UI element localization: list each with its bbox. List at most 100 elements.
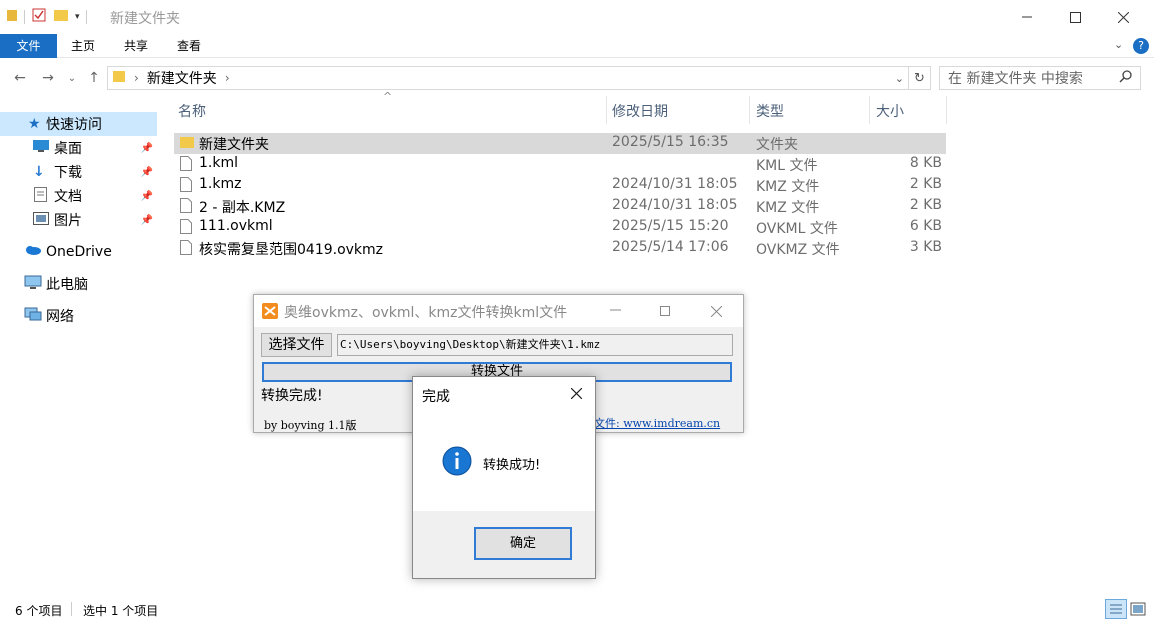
divider <box>869 96 870 124</box>
converter-minimize-button[interactable] <box>610 303 622 319</box>
cloud-icon <box>24 244 42 260</box>
file-type: OVKMZ 文件 <box>756 242 840 258</box>
sidebar-item-label: OneDrive <box>46 244 112 260</box>
chevron-right-icon[interactable]: › <box>134 71 139 85</box>
file-size: 6 KB <box>909 218 942 234</box>
file-size: 2 KB <box>909 197 942 213</box>
file-row[interactable]: 1.kml KML 文件 8 KB <box>174 154 946 175</box>
folder-icon <box>180 135 194 153</box>
pin-icon[interactable]: 📌 <box>141 143 153 154</box>
ok-button[interactable]: 确定 <box>474 527 572 560</box>
divider <box>946 96 947 124</box>
search-placeholder: 在 新建文件夹 中搜索 <box>948 71 1083 87</box>
file-path-field[interactable]: C:\Users\boyving\Desktop\新建文件夹\1.kmz <box>337 334 733 356</box>
address-bar[interactable]: › 新建文件夹 › ⌄ <box>107 66 909 90</box>
file-row[interactable]: 2 - 副本.KMZ 2024/10/31 18:05 KMZ 文件 2 KB <box>174 196 946 217</box>
expand-ribbon-icon[interactable]: ⌄ <box>1114 38 1123 51</box>
sidebar-item-pictures[interactable]: 图片 📌 <box>0 208 157 232</box>
dialog-close-button[interactable] <box>570 387 583 403</box>
divider <box>85 10 87 24</box>
column-header-date[interactable]: 修改日期 <box>612 100 668 124</box>
customize-qat-icon[interactable]: ▾ <box>75 12 80 22</box>
search-input[interactable]: 在 新建文件夹 中搜索 <box>939 66 1141 90</box>
tab-file[interactable]: 文件 <box>0 34 57 58</box>
file-name: 1.kml <box>199 155 238 171</box>
file-row[interactable]: 新建文件夹 2025/5/15 16:35 文件夹 <box>174 133 946 154</box>
column-header-type[interactable]: 类型 <box>756 100 784 124</box>
file-row[interactable]: 111.ovkml 2025/5/15 15:20 OVKML 文件 6 KB <box>174 217 946 238</box>
author-label: by boyving 1.1版 <box>264 419 357 432</box>
pin-icon[interactable]: 📌 <box>141 191 153 202</box>
download-icon: ↓ <box>33 164 45 180</box>
close-button[interactable] <box>1100 0 1146 34</box>
website-link[interactable]: 文件: www.imdream.cn <box>594 415 720 431</box>
sidebar-item-quick-access[interactable]: ★ 快速访问 <box>0 112 157 136</box>
sidebar-item-label: 下载 <box>54 165 82 181</box>
status-item-count: 6 个项目 <box>15 604 63 618</box>
maximize-button[interactable] <box>1052 0 1098 34</box>
file-type: 文件夹 <box>756 137 798 153</box>
converter-title-bar: 奥维ovkmz、ovkml、kmz文件转换kml文件 <box>254 295 743 327</box>
tab-share[interactable]: 共享 <box>109 34 163 58</box>
file-icon <box>180 198 192 217</box>
file-date: 2024/10/31 18:05 <box>612 176 738 192</box>
status-selected-count: 选中 1 个项目 <box>83 604 159 618</box>
sidebar-item-this-pc[interactable]: 此电脑 <box>0 272 157 296</box>
file-size: 8 KB <box>909 155 942 171</box>
file-type: KML 文件 <box>756 158 818 174</box>
new-folder-icon[interactable] <box>53 7 69 27</box>
tab-home[interactable]: 主页 <box>57 34 109 58</box>
file-name: 新建文件夹 <box>199 137 269 153</box>
window-title: 新建文件夹 <box>110 11 180 27</box>
large-icons-view-icon[interactable] <box>1130 601 1146 620</box>
up-arrow-icon[interactable]: ↑ <box>84 68 104 88</box>
file-date: 2024/10/31 18:05 <box>612 197 738 213</box>
sidebar-item-documents[interactable]: 文档 📌 <box>0 184 157 208</box>
minimize-button[interactable] <box>1004 0 1050 34</box>
file-row[interactable]: 1.kmz 2024/10/31 18:05 KMZ 文件 2 KB <box>174 175 946 196</box>
sidebar-item-network[interactable]: 网络 <box>0 304 157 328</box>
divider <box>749 96 750 124</box>
properties-icon[interactable] <box>31 7 47 27</box>
navigation-pane: ★ 快速访问 桌面 📌 ↓ 下载 📌 文档 📌 图片 📌 OneDrive 此电… <box>0 100 160 594</box>
details-view-icon[interactable] <box>1105 599 1127 619</box>
column-header-size[interactable]: 大小 <box>876 100 904 124</box>
file-name: 111.ovkml <box>199 218 273 234</box>
back-arrow-icon[interactable]: ← <box>10 68 30 88</box>
quick-access-toolbar: ▾ <box>6 6 87 28</box>
sort-ascending-icon: ^ <box>383 90 393 103</box>
help-icon[interactable]: ? <box>1133 38 1149 54</box>
sidebar-item-downloads[interactable]: ↓ 下载 📌 <box>0 160 157 184</box>
converter-maximize-button[interactable] <box>660 305 671 321</box>
file-name: 核实需复垦范围0419.ovkmz <box>199 242 384 258</box>
column-header-name[interactable]: 名称 <box>178 100 206 124</box>
picture-icon <box>33 211 49 229</box>
star-icon: ★ <box>28 116 41 132</box>
desktop-icon <box>33 139 49 157</box>
network-icon <box>24 307 42 326</box>
file-icon <box>180 219 192 238</box>
file-row[interactable]: 核实需复垦范围0419.ovkmz 2025/5/14 17:06 OVKMZ 文件… <box>174 238 946 259</box>
sidebar-item-label: 图片 <box>54 213 82 229</box>
file-icon <box>180 240 192 259</box>
pin-icon[interactable]: 📌 <box>141 167 153 178</box>
refresh-button[interactable]: ↻ <box>909 66 931 90</box>
file-type: OVKML 文件 <box>756 221 838 237</box>
forward-arrow-icon[interactable]: → <box>38 68 58 88</box>
app-shuffle-icon <box>262 303 278 323</box>
sidebar-item-desktop[interactable]: 桌面 📌 <box>0 136 157 160</box>
breadcrumb[interactable]: 新建文件夹 <box>147 68 217 88</box>
divider <box>606 96 607 124</box>
document-icon <box>34 186 47 206</box>
file-name: 2 - 副本.KMZ <box>199 200 286 216</box>
recent-locations-icon[interactable]: ⌄ <box>62 68 82 88</box>
tab-view[interactable]: 查看 <box>163 34 215 58</box>
sidebar-item-onedrive[interactable]: OneDrive <box>0 240 157 264</box>
sidebar-item-label: 快速访问 <box>46 117 102 133</box>
converter-close-button[interactable] <box>710 305 723 321</box>
address-dropdown-icon[interactable]: ⌄ <box>895 72 904 85</box>
file-date: 2025/5/14 17:06 <box>612 239 729 255</box>
chevron-right-icon[interactable]: › <box>225 71 230 85</box>
pin-icon[interactable]: 📌 <box>141 215 153 226</box>
choose-file-button[interactable]: 选择文件 <box>261 333 332 357</box>
